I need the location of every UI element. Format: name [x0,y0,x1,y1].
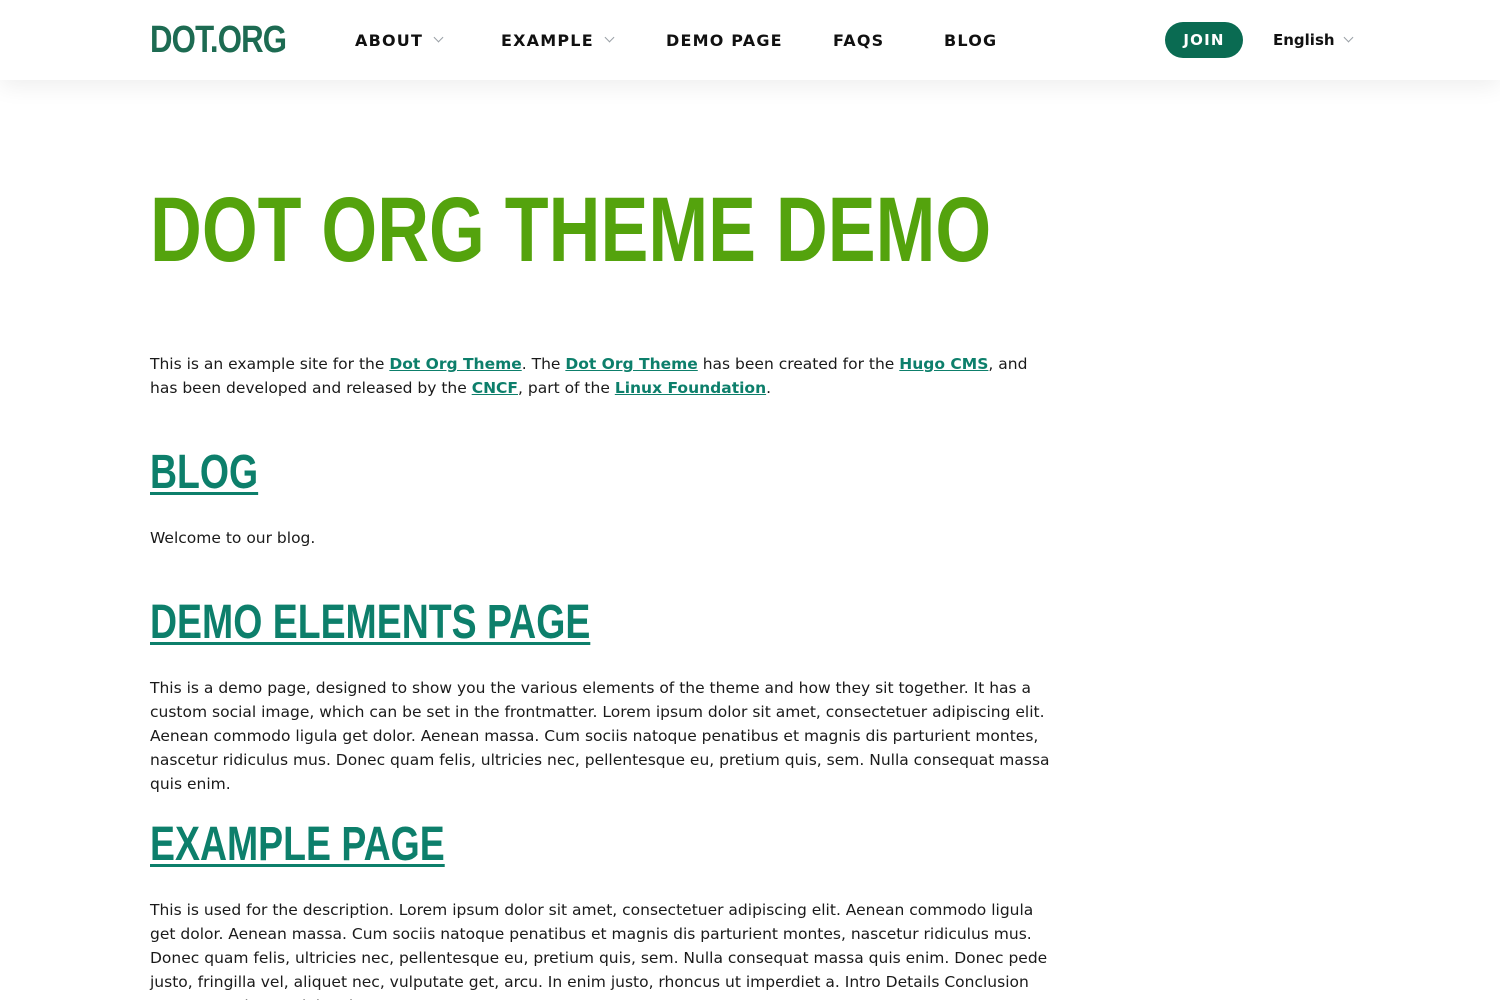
chevron-down-icon [433,32,444,43]
dot-org-theme-link[interactable]: Dot Org Theme [389,355,521,373]
section-text-demo-elements: This is a demo page, designed to show yo… [150,679,1050,793]
site-logo[interactable]: DOT.ORG [150,18,287,62]
intro-text: This is an example site for the [150,355,390,373]
nav-item-faqs[interactable]: FAQS [833,0,884,80]
section-title-demo-elements[interactable]: DEMO ELEMENTS PAGE [150,596,590,650]
nav-label-blog[interactable]: BLOG [944,31,997,50]
hugo-cms-link[interactable]: Hugo CMS [899,355,988,373]
language-label: English [1273,31,1335,49]
nav-label-about: ABOUT [355,30,424,50]
nav-item-about[interactable]: ABOUT [355,0,444,80]
linux-foundation-link[interactable]: Linux Foundation [615,379,766,397]
join-button[interactable]: JOIN [1165,22,1243,58]
nav-item-blog[interactable]: BLOG [944,0,997,80]
section-title-example-page[interactable]: EXAMPLE PAGE [150,818,445,872]
intro-paragraph: This is an example site for the Dot Org … [150,352,1050,400]
nav-item-demo-page[interactable]: DEMO PAGE [666,0,783,80]
section-title-blog[interactable]: BLOG [150,446,258,500]
section-text-example-page: This is used for the description. Lorem … [150,901,1048,1000]
dot-org-theme-link-2[interactable]: Dot Org Theme [565,355,697,373]
nav-label-example: EXAMPLE [501,30,594,50]
nav-label-faqs[interactable]: FAQS [833,31,884,50]
site-header: DOT.ORG ABOUT EXAMPLE DEMO PAGE FAQS BLO… [0,0,1500,80]
chevron-down-icon [1343,32,1354,43]
section-text-blog: Welcome to our blog. [150,529,316,547]
intro-text: , part of the [518,379,615,397]
nav-item-example[interactable]: EXAMPLE [501,0,615,80]
page-title: DOT ORG THEME DEMO [150,179,992,281]
intro-text: . The [521,355,566,373]
intro-text: . [766,379,772,397]
chevron-down-icon [604,32,615,43]
cncf-link[interactable]: CNCF [472,379,518,397]
intro-text: has been created for the [697,355,900,373]
language-selector[interactable]: English [1273,0,1354,80]
nav-label-demo-page[interactable]: DEMO PAGE [666,31,783,50]
